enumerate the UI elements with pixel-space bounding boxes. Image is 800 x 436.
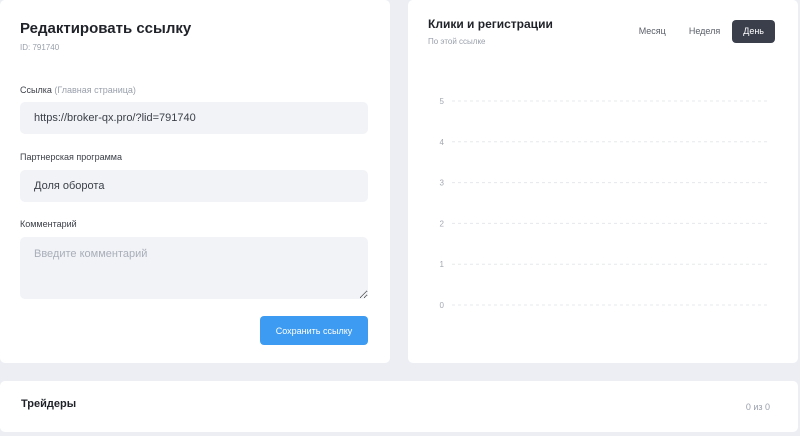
period-tabs: Месяц Неделя День [627, 20, 775, 43]
link-id: ID: 791740 [20, 43, 60, 52]
link-label: Ссылка (Главная страница) [20, 85, 136, 95]
chart-title: Клики и регистрации [428, 17, 553, 31]
y-tick-label: 1 [440, 260, 445, 269]
edit-title: Редактировать ссылку [20, 20, 192, 37]
tab-day[interactable]: День [732, 20, 775, 43]
traders-card: Трейдеры 0 из 0 [0, 381, 798, 432]
y-tick-label: 3 [440, 179, 445, 188]
program-label: Партнерская программа [20, 152, 122, 162]
traders-title: Трейдеры [21, 398, 77, 410]
edit-link-card: Редактировать ссылку ID: 791740 Ссылка (… [0, 0, 390, 363]
y-tick-label: 0 [440, 301, 445, 310]
comment-textarea[interactable] [20, 237, 368, 299]
clicks-chart-card: 5 4 3 2 1 0 Клики и регистрации По этой ссылк… [408, 0, 798, 363]
chart-subtitle: По этой ссылке [428, 37, 486, 46]
tab-week[interactable]: Неделя [678, 20, 731, 43]
link-label-hint: (Главная страница) [54, 85, 136, 95]
link-input[interactable]: https://broker-qx.pro/?lid=791740 [20, 102, 368, 134]
program-select[interactable]: Доля оборота [20, 170, 368, 202]
save-link-button[interactable]: Сохранить ссылку [260, 316, 368, 345]
tab-month[interactable]: Месяц [628, 20, 677, 43]
comment-label: Комментарий [20, 219, 77, 229]
traders-count: 0 из 0 [745, 402, 770, 412]
chart-area: 5 4 3 2 1 0 [440, 97, 770, 310]
y-tick-label: 5 [440, 97, 445, 106]
y-tick-label: 4 [440, 138, 445, 147]
link-label-text: Ссылка [20, 85, 52, 95]
y-tick-label: 2 [440, 219, 445, 228]
